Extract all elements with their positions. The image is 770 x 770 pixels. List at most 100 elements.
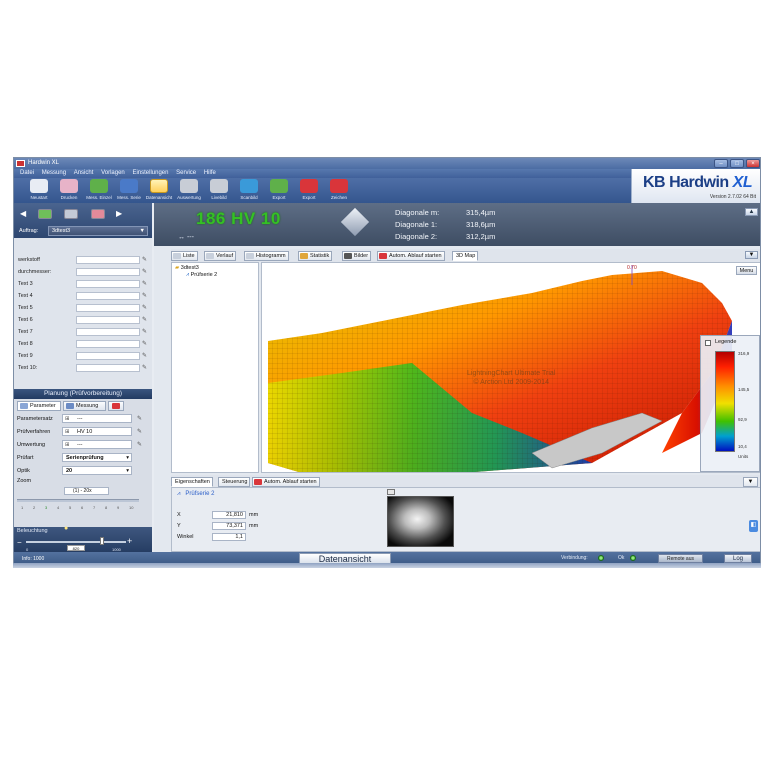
tab-histogramm[interactable]: Histogramm bbox=[244, 251, 289, 261]
param-value[interactable]: Serienprüfung ▾ bbox=[62, 453, 132, 462]
edit-icon[interactable]: ✎ bbox=[142, 256, 147, 263]
menu-vorlagen[interactable]: Vorlagen bbox=[101, 170, 125, 176]
zoom-tick[interactable]: 1 bbox=[21, 505, 23, 510]
zoom-tick[interactable]: 9 bbox=[117, 505, 119, 510]
field-input[interactable] bbox=[76, 328, 140, 336]
zoom-tick[interactable]: 3 bbox=[45, 505, 47, 510]
edit-icon[interactable]: ✎ bbox=[142, 340, 147, 347]
tab-steuerung[interactable]: Steuerung bbox=[218, 477, 251, 487]
edit-icon[interactable]: ✎ bbox=[137, 441, 142, 448]
edit-icon[interactable]: ✎ bbox=[137, 415, 142, 422]
param-value[interactable]: HV 10 ⊞ bbox=[62, 427, 132, 436]
tab-messung[interactable]: Messung bbox=[63, 401, 106, 411]
zoom-tick[interactable]: 10 bbox=[129, 505, 133, 510]
field-input[interactable] bbox=[76, 340, 140, 348]
tree-root[interactable]: ▰ 3dtest3 bbox=[175, 265, 199, 271]
close-button[interactable]: × bbox=[746, 159, 760, 168]
zoom-tick[interactable]: 8 bbox=[105, 505, 107, 510]
field-input[interactable] bbox=[76, 304, 140, 312]
edit-icon[interactable]: ✎ bbox=[142, 364, 147, 371]
toolbar-button-8[interactable]: Export bbox=[264, 179, 294, 202]
bel-value[interactable]: 820 bbox=[67, 545, 85, 551]
image-checkbox[interactable] bbox=[387, 489, 395, 495]
beleuchtung-handle[interactable] bbox=[100, 537, 104, 545]
menu-messung[interactable]: Messung bbox=[42, 170, 66, 176]
field-input[interactable] bbox=[76, 352, 140, 360]
3d-map-view[interactable]: 0.70 LightningChart Ultimate Trial © Arct… bbox=[261, 262, 760, 473]
field-input[interactable] bbox=[76, 292, 140, 300]
side-info-icon[interactable]: ◧ bbox=[749, 520, 758, 532]
edit-icon[interactable]: ✎ bbox=[137, 428, 142, 435]
param-value[interactable]: --- ⊞ bbox=[62, 414, 132, 423]
toolbar-button-7[interactable]: Scanbild bbox=[234, 179, 264, 202]
edit-icon[interactable]: ✎ bbox=[142, 352, 147, 359]
maximize-button[interactable]: □ bbox=[730, 159, 744, 168]
tab-autom-ablauf[interactable]: Autom. Ablauf starten bbox=[377, 251, 445, 261]
tab-eigenschaften[interactable]: Eigenschaften bbox=[171, 477, 213, 487]
chevron-down-icon[interactable]: ▼ bbox=[743, 477, 758, 487]
map-menu-button[interactable]: Menu bbox=[736, 266, 757, 275]
menu-einstellungen[interactable]: Einstellungen bbox=[132, 170, 168, 176]
zoom-tick[interactable]: 2 bbox=[33, 505, 35, 510]
param-value[interactable]: --- ⊞ bbox=[62, 440, 132, 449]
tab-3d-map[interactable]: 3D Map bbox=[452, 251, 479, 261]
indent-thumbnail[interactable] bbox=[387, 496, 454, 547]
remote-button[interactable]: Remote aus bbox=[658, 554, 703, 563]
tab-statistik[interactable]: Statistik bbox=[298, 251, 333, 261]
nav-red-button[interactable] bbox=[91, 209, 105, 219]
edit-icon[interactable]: ✎ bbox=[142, 304, 147, 311]
edit-icon[interactable]: ✎ bbox=[142, 328, 147, 335]
field-input[interactable] bbox=[76, 364, 140, 372]
zoom-tick[interactable]: 6 bbox=[81, 505, 83, 510]
nav-back-icon[interactable]: ◀ bbox=[20, 209, 26, 218]
minus-icon[interactable]: − bbox=[17, 538, 22, 547]
zoom-slider[interactable] bbox=[17, 499, 139, 502]
zoom-tick[interactable]: 5 bbox=[69, 505, 71, 510]
toolbar-button-5[interactable]: Auswertung bbox=[174, 179, 204, 202]
zoom-tick[interactable]: 4 bbox=[57, 505, 59, 510]
x-value[interactable]: 21,810 bbox=[212, 511, 246, 519]
toolbar-button-10[interactable]: Zeichen bbox=[324, 179, 354, 202]
beleuchtung-slider[interactable] bbox=[26, 541, 126, 543]
edit-icon[interactable]: ✎ bbox=[142, 280, 147, 287]
y-value[interactable]: 73,371 bbox=[212, 522, 246, 530]
nav-forward-icon[interactable]: ▶ bbox=[116, 209, 122, 218]
chevron-down-icon[interactable]: ▼ bbox=[745, 251, 758, 259]
toolbar-button-4[interactable]: Datenansicht bbox=[144, 179, 174, 202]
menu-service[interactable]: Service bbox=[176, 170, 196, 176]
toolbar-button-9[interactable]: Export bbox=[294, 179, 324, 202]
toolbar-button-1[interactable]: Drucken bbox=[54, 179, 84, 202]
field-input[interactable] bbox=[76, 268, 140, 276]
tab-autom-ablauf-bottom[interactable]: Autom. Ablauf starten bbox=[252, 477, 320, 487]
collapse-up-button[interactable]: ▲ bbox=[745, 208, 758, 216]
auftrag-select[interactable]: 3dtest3 ▼ bbox=[48, 226, 148, 236]
winkel-value[interactable]: 1,1 bbox=[212, 533, 246, 541]
param-value[interactable]: 20 ▾ bbox=[62, 466, 132, 475]
nav-gray-button[interactable] bbox=[64, 209, 78, 219]
edit-icon[interactable]: ✎ bbox=[142, 292, 147, 299]
legend-checkbox[interactable] bbox=[705, 340, 711, 346]
toolbar-button-3[interactable]: Mess. Serie bbox=[114, 179, 144, 202]
field-input[interactable] bbox=[76, 316, 140, 324]
tab-parameter[interactable]: Parameter bbox=[17, 401, 61, 411]
log-button[interactable]: Log bbox=[724, 554, 752, 563]
tab-liste[interactable]: Liste bbox=[171, 251, 198, 261]
zoom-tick[interactable]: 7 bbox=[93, 505, 95, 510]
tab-verlauf[interactable]: Verlauf bbox=[204, 251, 237, 261]
edit-icon[interactable]: ✎ bbox=[142, 268, 147, 275]
field-input[interactable] bbox=[76, 256, 140, 264]
minimize-button[interactable]: – bbox=[714, 159, 728, 168]
menu-ansicht[interactable]: Ansicht bbox=[74, 170, 94, 176]
field-input[interactable] bbox=[76, 280, 140, 288]
toolbar-button-2[interactable]: Mess. Einzel bbox=[84, 179, 114, 202]
toolbar-button-6[interactable]: Livebild bbox=[204, 179, 234, 202]
edit-icon[interactable]: ✎ bbox=[142, 316, 147, 323]
toolbar-button-0[interactable]: Neustart bbox=[24, 179, 54, 202]
menu-datei[interactable]: Datei bbox=[20, 170, 34, 176]
tree-child[interactable]: ⩘ Prüfserie 2 bbox=[186, 272, 217, 279]
tab-extra[interactable] bbox=[108, 401, 124, 411]
menu-hilfe[interactable]: Hilfe bbox=[204, 170, 216, 176]
plus-icon[interactable]: + bbox=[127, 536, 132, 546]
nav-green-button[interactable] bbox=[38, 209, 52, 219]
tab-bilder[interactable]: Bilder bbox=[342, 251, 372, 261]
